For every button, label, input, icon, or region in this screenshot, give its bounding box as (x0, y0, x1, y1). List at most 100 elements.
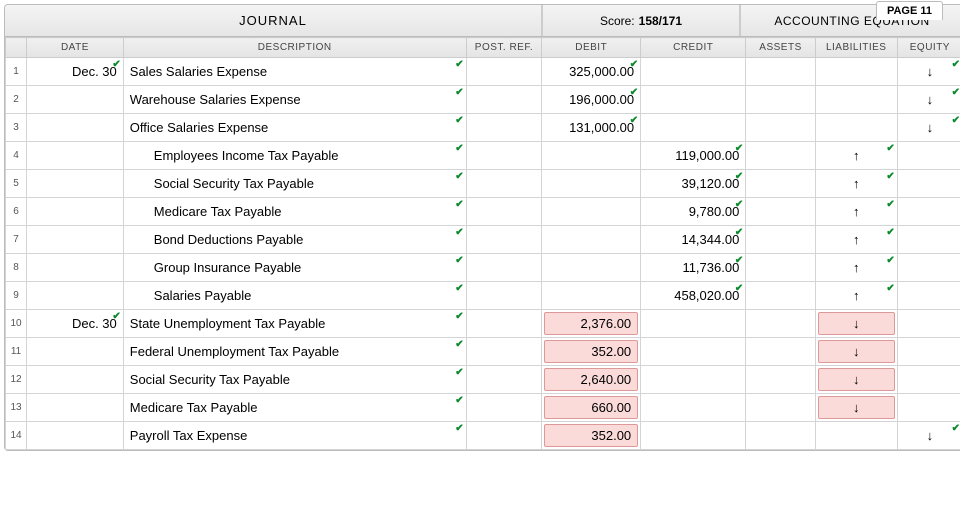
date-cell[interactable] (27, 254, 124, 282)
debit-cell[interactable]: 2,640.00 (542, 366, 641, 394)
credit-cell[interactable]: 14,344.00✔ (641, 226, 746, 254)
postref-cell[interactable] (466, 310, 542, 338)
debit-cell[interactable]: 352.00 (542, 422, 641, 450)
description-cell[interactable]: Social Security Tax Payable✔ (123, 170, 466, 198)
assets-cell[interactable] (746, 282, 815, 310)
description-cell[interactable]: Warehouse Salaries Expense✔ (123, 86, 466, 114)
postref-cell[interactable] (466, 142, 542, 170)
liabilities-cell[interactable]: ↑✔ (815, 226, 897, 254)
assets-cell[interactable] (746, 198, 815, 226)
assets-cell[interactable] (746, 422, 815, 450)
date-cell[interactable] (27, 114, 124, 142)
equity-cell[interactable]: ↓✔ (897, 86, 960, 114)
description-cell[interactable]: Employees Income Tax Payable✔ (123, 142, 466, 170)
description-cell[interactable]: Group Insurance Payable✔ (123, 254, 466, 282)
description-cell[interactable]: Medicare Tax Payable✔ (123, 394, 466, 422)
credit-cell[interactable]: 119,000.00✔ (641, 142, 746, 170)
debit-cell[interactable] (542, 142, 641, 170)
credit-cell[interactable] (641, 86, 746, 114)
postref-cell[interactable] (466, 366, 542, 394)
equity-cell[interactable]: ↓✔ (897, 58, 960, 86)
debit-cell[interactable] (542, 170, 641, 198)
date-cell[interactable] (27, 198, 124, 226)
postref-cell[interactable] (466, 282, 542, 310)
date-cell[interactable] (27, 366, 124, 394)
credit-cell[interactable]: 9,780.00✔ (641, 198, 746, 226)
assets-cell[interactable] (746, 86, 815, 114)
equity-cell[interactable] (897, 394, 960, 422)
credit-cell[interactable]: 39,120.00✔ (641, 170, 746, 198)
assets-cell[interactable] (746, 142, 815, 170)
liabilities-cell[interactable] (815, 114, 897, 142)
equity-cell[interactable] (897, 254, 960, 282)
postref-cell[interactable] (466, 86, 542, 114)
postref-cell[interactable] (466, 254, 542, 282)
liabilities-cell[interactable]: ↑✔ (815, 142, 897, 170)
credit-cell[interactable] (641, 366, 746, 394)
description-cell[interactable]: Office Salaries Expense✔ (123, 114, 466, 142)
date-cell[interactable]: Dec. 30✔ (27, 58, 124, 86)
date-cell[interactable] (27, 142, 124, 170)
liabilities-cell[interactable]: ↓ (815, 394, 897, 422)
liabilities-cell[interactable]: ↑✔ (815, 170, 897, 198)
debit-cell[interactable]: 325,000.00✔ (542, 58, 641, 86)
credit-cell[interactable] (641, 338, 746, 366)
debit-cell[interactable] (542, 198, 641, 226)
liabilities-cell[interactable]: ↑✔ (815, 198, 897, 226)
assets-cell[interactable] (746, 338, 815, 366)
debit-cell[interactable]: 352.00 (542, 338, 641, 366)
equity-cell[interactable] (897, 366, 960, 394)
postref-cell[interactable] (466, 114, 542, 142)
date-cell[interactable] (27, 226, 124, 254)
liabilities-cell[interactable]: ↓ (815, 366, 897, 394)
description-cell[interactable]: Bond Deductions Payable✔ (123, 226, 466, 254)
description-cell[interactable]: Social Security Tax Payable✔ (123, 366, 466, 394)
description-cell[interactable]: Federal Unemployment Tax Payable✔ (123, 338, 466, 366)
assets-cell[interactable] (746, 170, 815, 198)
debit-cell[interactable] (542, 282, 641, 310)
liabilities-cell[interactable]: ↓ (815, 310, 897, 338)
liabilities-cell[interactable] (815, 422, 897, 450)
description-cell[interactable]: State Unemployment Tax Payable✔ (123, 310, 466, 338)
postref-cell[interactable] (466, 394, 542, 422)
assets-cell[interactable] (746, 114, 815, 142)
equity-cell[interactable]: ↓✔ (897, 422, 960, 450)
date-cell[interactable] (27, 282, 124, 310)
description-cell[interactable]: Payroll Tax Expense✔ (123, 422, 466, 450)
equity-cell[interactable] (897, 142, 960, 170)
equity-cell[interactable] (897, 226, 960, 254)
postref-cell[interactable] (466, 170, 542, 198)
postref-cell[interactable] (466, 58, 542, 86)
date-cell[interactable] (27, 394, 124, 422)
equity-cell[interactable] (897, 170, 960, 198)
credit-cell[interactable]: 11,736.00✔ (641, 254, 746, 282)
assets-cell[interactable] (746, 226, 815, 254)
assets-cell[interactable] (746, 394, 815, 422)
date-cell[interactable] (27, 338, 124, 366)
liabilities-cell[interactable]: ↓ (815, 338, 897, 366)
debit-cell[interactable]: 2,376.00 (542, 310, 641, 338)
equity-cell[interactable] (897, 338, 960, 366)
postref-cell[interactable] (466, 338, 542, 366)
credit-cell[interactable] (641, 310, 746, 338)
debit-cell[interactable]: 660.00 (542, 394, 641, 422)
assets-cell[interactable] (746, 366, 815, 394)
date-cell[interactable] (27, 422, 124, 450)
equity-cell[interactable]: ↓✔ (897, 114, 960, 142)
date-cell[interactable] (27, 86, 124, 114)
liabilities-cell[interactable]: ↑✔ (815, 254, 897, 282)
equity-cell[interactable] (897, 310, 960, 338)
credit-cell[interactable] (641, 58, 746, 86)
assets-cell[interactable] (746, 254, 815, 282)
date-cell[interactable] (27, 170, 124, 198)
debit-cell[interactable] (542, 254, 641, 282)
credit-cell[interactable] (641, 394, 746, 422)
debit-cell[interactable] (542, 226, 641, 254)
liabilities-cell[interactable] (815, 86, 897, 114)
assets-cell[interactable] (746, 310, 815, 338)
credit-cell[interactable] (641, 422, 746, 450)
credit-cell[interactable]: 458,020.00✔ (641, 282, 746, 310)
postref-cell[interactable] (466, 422, 542, 450)
postref-cell[interactable] (466, 198, 542, 226)
assets-cell[interactable] (746, 58, 815, 86)
